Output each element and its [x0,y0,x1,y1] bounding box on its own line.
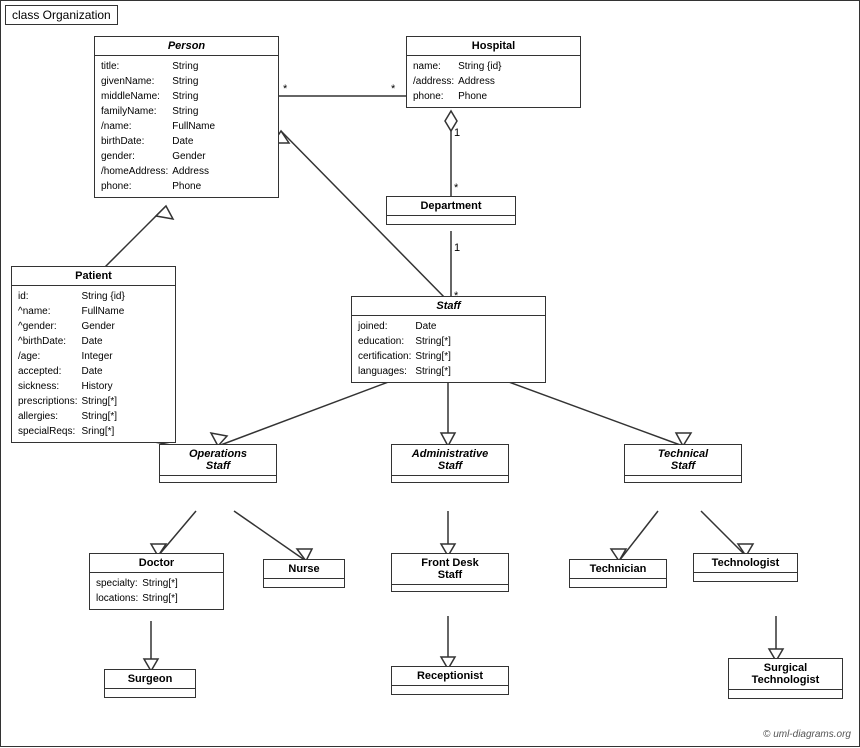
technical-staff-header: TechnicalStaff [625,445,741,476]
svg-text:*: * [454,182,459,194]
administrative-staff-header: AdministrativeStaff [392,445,508,476]
operations-staff-header: OperationsStaff [160,445,276,476]
surgeon-class-body [105,689,195,697]
hospital-class-header: Hospital [407,37,580,56]
copyright: © uml-diagrams.org [763,729,851,740]
department-class: Department [386,196,516,225]
svg-text:*: * [283,83,288,95]
technologist-class: Technologist [693,553,798,582]
surgical-technologist-body [729,690,842,698]
technician-class: Technician [569,559,667,588]
operations-staff-class: OperationsStaff [159,444,277,483]
doctor-class-body: specialty:String[*] locations:String[*] [90,573,223,609]
svg-text:1: 1 [454,127,460,139]
administrative-staff-body [392,476,508,482]
technician-class-body [570,579,666,587]
svg-text:*: * [391,83,396,95]
patient-class-body: id:String {id} ^name:FullName ^gender:Ge… [12,286,175,442]
technician-class-header: Technician [570,560,666,579]
front-desk-staff-class: Front DeskStaff [391,553,509,592]
front-desk-staff-body [392,585,508,591]
person-class-header: Person [95,37,278,56]
staff-class-header: Staff [352,297,545,316]
technical-staff-class: TechnicalStaff [624,444,742,483]
technical-staff-body [625,476,741,482]
staff-class: Staff joined:Date education:String[*] ce… [351,296,546,383]
operations-staff-body [160,476,276,482]
receptionist-class-header: Receptionist [392,667,508,686]
doctor-class-header: Doctor [90,554,223,573]
department-class-body [387,216,515,224]
svg-text:1: 1 [454,242,460,254]
patient-class-header: Patient [12,267,175,286]
receptionist-class: Receptionist [391,666,509,695]
front-desk-staff-header: Front DeskStaff [392,554,508,585]
person-class: Person title:String givenName:String mid… [94,36,279,198]
surgeon-class-header: Surgeon [105,670,195,689]
department-class-header: Department [387,197,515,216]
administrative-staff-class: AdministrativeStaff [391,444,509,483]
receptionist-class-body [392,686,508,694]
nurse-class-body [264,579,344,587]
patient-class: Patient id:String {id} ^name:FullName ^g… [11,266,176,443]
surgeon-class: Surgeon [104,669,196,698]
doctor-class: Doctor specialty:String[*] locations:Str… [89,553,224,610]
diagram-container: class Organization * * 1 * [0,0,860,747]
technologist-class-header: Technologist [694,554,797,573]
surgical-technologist-header: SurgicalTechnologist [729,659,842,690]
technologist-class-body [694,573,797,581]
hospital-class: Hospital name:String {id} /address:Addre… [406,36,581,108]
hospital-class-body: name:String {id} /address:Address phone:… [407,56,580,107]
surgical-technologist-class: SurgicalTechnologist [728,658,843,699]
person-class-body: title:String givenName:String middleName… [95,56,278,197]
nurse-class-header: Nurse [264,560,344,579]
nurse-class: Nurse [263,559,345,588]
staff-class-body: joined:Date education:String[*] certific… [352,316,545,382]
diagram-title: class Organization [5,5,118,25]
